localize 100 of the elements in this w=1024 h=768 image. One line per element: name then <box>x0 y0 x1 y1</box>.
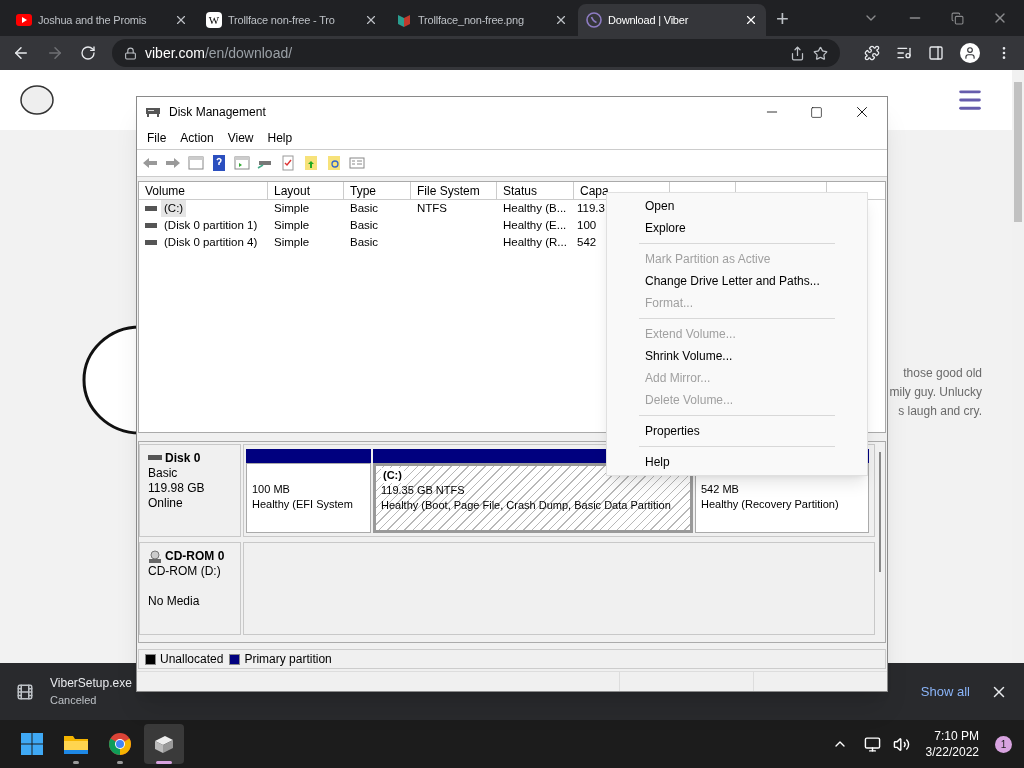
body-text: s laugh and cry. <box>898 403 982 420</box>
context-menu-item[interactable]: Properties <box>607 420 867 442</box>
table-cell-text: 100 <box>577 217 597 233</box>
folder-up-icon[interactable] <box>302 154 320 172</box>
star-icon[interactable] <box>813 45 828 61</box>
url-text: viber.com/en/download/ <box>145 43 294 63</box>
table-cell-text: NTFS <box>417 200 448 216</box>
partition-status: Healthy (EFI System <box>252 497 354 512</box>
address-field[interactable]: viber.com/en/download/ <box>112 39 840 67</box>
table-cell-text: Simple <box>274 234 310 250</box>
logo-circle-icon <box>20 85 54 115</box>
disk-info: CD-ROM (D:) <box>148 564 222 579</box>
disk-info: Online <box>148 496 184 511</box>
show-all-link[interactable]: Show all <box>920 681 970 702</box>
scrollbar-thumb[interactable] <box>879 452 881 572</box>
side-panel-icon[interactable] <box>928 45 944 61</box>
menu-item[interactable]: View <box>220 129 261 147</box>
browser-tab[interactable]: Download | Viber <box>578 4 766 36</box>
context-menu-item[interactable]: Change Drive Letter and Paths... <box>607 270 867 292</box>
table-cell-text: Simple <box>274 200 310 216</box>
table-cell-text: Healthy (E... <box>503 217 567 233</box>
windows-logo-icon <box>20 732 44 756</box>
partition-size: 542 MB <box>701 482 740 497</box>
running-indicator <box>73 761 79 764</box>
letter-icon: W <box>206 12 222 28</box>
legend-label: Primary partition <box>244 651 332 668</box>
video-play-icon <box>16 14 32 26</box>
menu-item[interactable]: Help <box>260 129 300 147</box>
close-icon[interactable] <box>364 13 378 27</box>
notification-badge[interactable]: 1 <box>995 735 1012 753</box>
close-icon[interactable] <box>554 13 568 27</box>
column-header[interactable]: Volume <box>139 182 268 199</box>
disk-label-panel[interactable]: CD-ROM 0 CD-ROM (D:) No Media <box>139 542 241 635</box>
menu-item[interactable]: File <box>140 129 174 147</box>
download-filename[interactable]: ViberSetup.exe <box>50 674 132 693</box>
context-menu-item[interactable]: Explore <box>607 217 867 239</box>
browser-tab[interactable]: Joshua and the Promis <box>8 4 196 36</box>
extensions-icon[interactable] <box>864 45 880 61</box>
media-icon[interactable] <box>896 45 912 61</box>
disk-info: 119.98 GB <box>148 481 206 496</box>
disk-info: Basic <box>148 466 179 481</box>
tab-title: Trollface_non-free.png <box>418 12 525 28</box>
column-header[interactable]: Status <box>497 182 574 199</box>
table-cell-text: Basic <box>350 217 379 233</box>
browser-logo-icon <box>108 732 132 756</box>
window-title: Disk Management <box>169 104 266 121</box>
taskbar-app-button[interactable] <box>144 724 184 764</box>
back-icon[interactable] <box>12 44 30 62</box>
close-icon[interactable] <box>174 13 188 27</box>
legend-label: Unallocated <box>160 651 224 668</box>
partition-size: 119.35 GB NTFS <box>381 483 466 498</box>
tab-title: Trollface non-free - Tro <box>228 12 336 28</box>
folder-search-icon[interactable] <box>325 154 343 172</box>
column-header[interactable]: Layout <box>268 182 344 199</box>
running-indicator <box>156 761 172 764</box>
file-icon <box>16 682 34 701</box>
table-cell-text: Healthy (B... <box>503 200 567 216</box>
clock-date[interactable]: 3/22/2022 <box>925 744 979 760</box>
partition-size: 100 MB <box>252 482 291 497</box>
disk-info: No Media <box>148 594 201 609</box>
volume-icon <box>145 239 157 246</box>
help-icon[interactable] <box>210 154 228 172</box>
context-menu-item[interactable]: Shrink Volume... <box>607 345 867 367</box>
partition-label: (C:) <box>381 468 404 483</box>
clock-time[interactable]: 7:10 PM <box>934 728 979 744</box>
disk-name: CD-ROM 0 <box>165 549 225 564</box>
browser-tab[interactable]: W Trollface non-free - Tro <box>198 4 386 36</box>
browser-tab[interactable]: Trollface_non-free.png <box>388 4 576 36</box>
maximize-icon[interactable] <box>810 105 823 119</box>
volume-icon <box>145 205 157 212</box>
profile-avatar[interactable] <box>960 43 980 63</box>
partition-block[interactable]: 100 MB Healthy (EFI System <box>246 463 371 533</box>
table-cell-text: Simple <box>274 217 310 233</box>
body-text: mily guy. Unlucky <box>889 384 982 401</box>
download-status: Canceled <box>50 693 97 709</box>
share-icon[interactable] <box>790 45 805 61</box>
tab-title: Joshua and the Promis <box>38 12 148 28</box>
volume-icon[interactable] <box>892 735 910 753</box>
checklist-icon[interactable] <box>279 154 297 172</box>
tab-title: Download | Viber <box>608 12 690 28</box>
partition-status: Healthy (Recovery Partition) <box>701 497 840 512</box>
new-tab-button[interactable]: + <box>768 4 797 36</box>
cd-drive-icon <box>148 549 162 564</box>
column-header[interactable]: File System <box>411 182 497 199</box>
disk-drive-icon <box>145 105 161 119</box>
table-cell-text: Healthy (R... <box>503 234 567 250</box>
disk-drive-icon <box>152 733 176 755</box>
partition-status: Healthy (Boot, Page File, Crash Dump, Basic Data Partition <box>381 498 672 513</box>
menu-item[interactable]: Action <box>173 129 221 147</box>
disk-label-panel[interactable]: Disk 0 Basic 119.98 GB Online <box>139 444 241 537</box>
scrollbar-thumb[interactable] <box>1014 82 1022 222</box>
restore-icon[interactable] <box>951 11 964 25</box>
phone-bubble-icon <box>586 12 602 28</box>
table-cell-text: 542 <box>577 234 597 250</box>
close-icon[interactable] <box>744 13 758 27</box>
reload-icon[interactable] <box>80 45 96 61</box>
folder-icon <box>63 733 89 755</box>
network-icon[interactable] <box>863 735 881 753</box>
volume-icon <box>145 222 157 229</box>
column-header[interactable]: Type <box>344 182 411 199</box>
